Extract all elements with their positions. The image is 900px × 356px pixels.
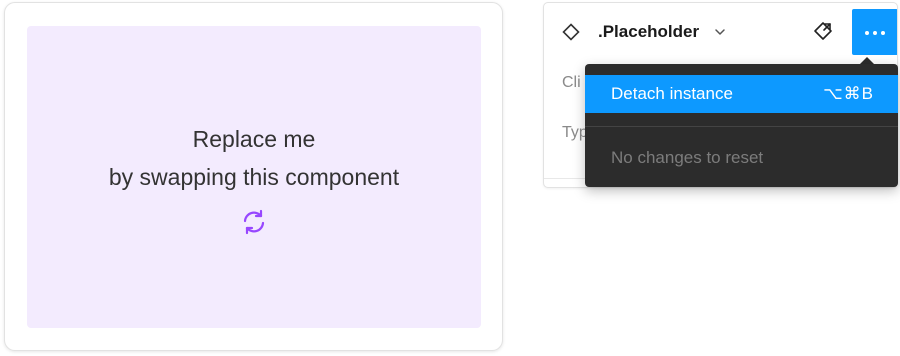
- menu-item-detach-instance[interactable]: Detach instance ⌥⌘B: [585, 75, 898, 113]
- more-options-dot: [881, 31, 885, 35]
- menu-separator: [585, 126, 898, 127]
- component-icon: [562, 23, 580, 41]
- go-to-main-component-icon[interactable]: [812, 20, 834, 42]
- property-label-type: Typ: [562, 124, 588, 141]
- menu-item-reset-disabled: No changes to reset: [611, 148, 764, 167]
- placeholder-component[interactable]: Replace me by swapping this component: [27, 26, 481, 328]
- instance-options-menu: Detach instance ⌥⌘B No changes to reset: [585, 64, 898, 187]
- placeholder-title: Replace me: [192, 126, 316, 152]
- component-name[interactable]: .Placeholder: [598, 22, 699, 42]
- menu-item-shortcut: ⌥⌘B: [823, 84, 874, 103]
- property-label-clip: Cli: [562, 74, 581, 91]
- swap-icon: [243, 209, 265, 235]
- placeholder-card: Replace me by swapping this component: [4, 2, 503, 351]
- menu-item-label: Detach instance: [611, 84, 733, 103]
- chevron-down-icon[interactable]: [714, 26, 726, 38]
- placeholder-subtitle: by swapping this component: [108, 164, 400, 190]
- more-options-button[interactable]: [852, 9, 897, 55]
- more-options-dot: [873, 31, 877, 35]
- more-options-icon: [865, 31, 869, 35]
- menu-caret: [860, 57, 874, 64]
